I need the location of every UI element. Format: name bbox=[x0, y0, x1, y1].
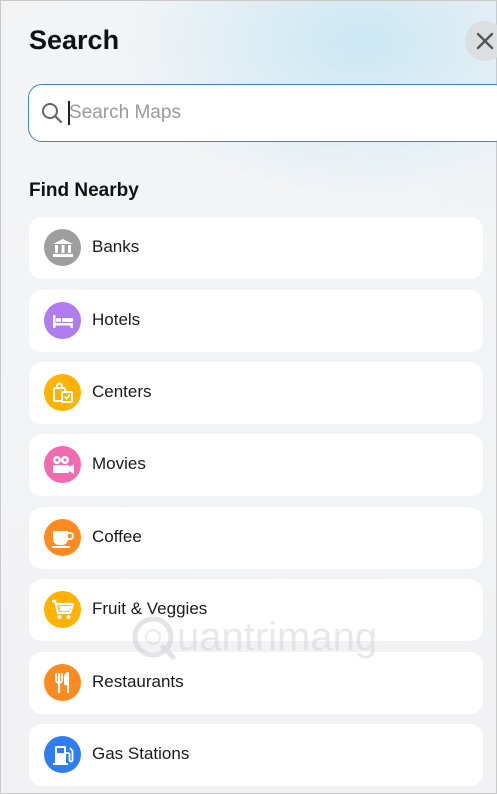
nearby-item-gas-stations[interactable]: Gas Stations bbox=[29, 724, 483, 786]
search-panel: Search Find Nearby Banks bbox=[0, 0, 497, 794]
nearby-item-banks[interactable]: Banks bbox=[29, 217, 483, 279]
coffee-cup-icon bbox=[44, 519, 81, 556]
nearby-item-label: Banks bbox=[92, 237, 140, 256]
nearby-item-label: Restaurants bbox=[92, 672, 184, 691]
watermark-logo-icon bbox=[132, 616, 176, 660]
nearby-item-label: Hotels bbox=[92, 310, 141, 329]
bank-icon bbox=[44, 229, 81, 266]
close-icon bbox=[476, 32, 494, 50]
nearby-item-restaurants[interactable]: Restaurants bbox=[29, 652, 483, 714]
nearby-item-label: Centers bbox=[92, 382, 152, 401]
nearby-item-centers[interactable]: Centers bbox=[29, 362, 483, 424]
nearby-item-movies[interactable]: Movies bbox=[29, 434, 483, 496]
panel-title: Search bbox=[29, 25, 120, 55]
nearby-item-hotels[interactable]: Hotels bbox=[29, 290, 483, 352]
watermark: uantrimang bbox=[129, 613, 377, 661]
search-input[interactable] bbox=[69, 99, 469, 127]
search-icon bbox=[42, 103, 63, 124]
text-cursor bbox=[68, 101, 70, 125]
shopping-cart-icon bbox=[44, 591, 81, 628]
search-box[interactable] bbox=[28, 84, 497, 142]
nearby-item-label: Gas Stations bbox=[92, 744, 190, 763]
find-nearby-heading: Find Nearby bbox=[29, 180, 139, 201]
nearby-item-label: Movies bbox=[92, 454, 146, 473]
fork-knife-icon bbox=[44, 664, 81, 701]
close-button[interactable] bbox=[465, 21, 497, 61]
nearby-item-label: Coffee bbox=[92, 527, 142, 546]
movie-camera-icon bbox=[44, 446, 81, 483]
nearby-item-coffee[interactable]: Coffee bbox=[29, 507, 483, 569]
gas-pump-icon bbox=[44, 736, 81, 773]
shopping-bag-icon bbox=[44, 374, 81, 411]
bed-icon bbox=[44, 302, 81, 339]
watermark-text: uantrimang bbox=[177, 614, 378, 659]
